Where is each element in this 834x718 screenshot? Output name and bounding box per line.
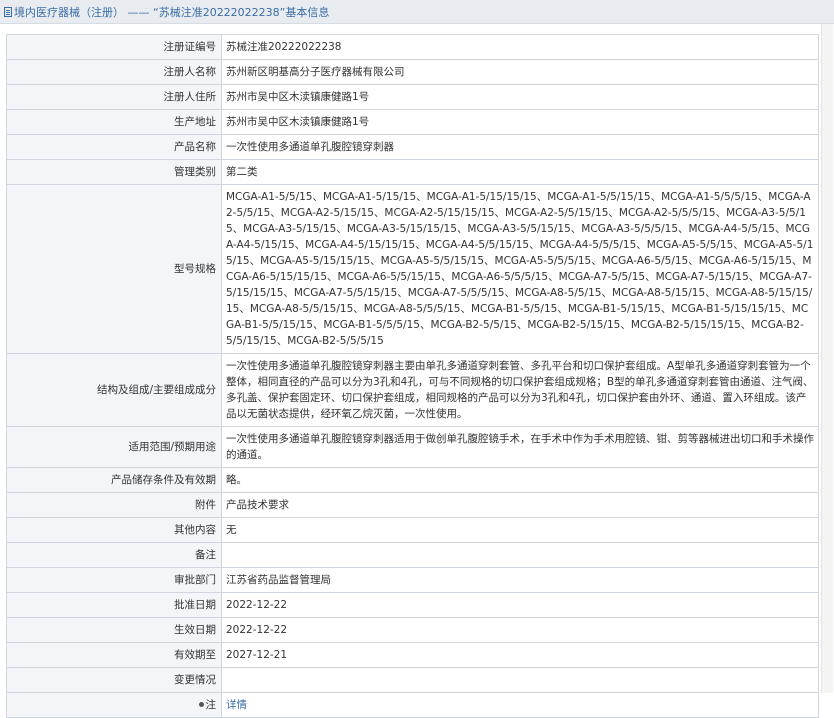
table-row: 产品名称 一次性使用多通道单孔腹腔镜穿刺器 [6, 134, 819, 160]
row-label: 注册人名称 [6, 59, 222, 85]
table-row: 注册人住所 苏州市吴中区木渎镇康健路1号 [6, 84, 819, 110]
row-value: 2022-12-22 [221, 617, 819, 643]
page-header: 境内医疗器械（注册） —— “苏械注准20222022238”基本信息 [0, 0, 834, 24]
row-label: 备注 [6, 542, 222, 568]
table-row: 附件 产品技术要求 [6, 492, 819, 518]
table-row: 管理类别 第二类 [6, 159, 819, 185]
row-label: 其他内容 [6, 517, 222, 543]
table-row: 审批部门 江苏省药品监督管理局 [6, 567, 819, 593]
row-value: 略。 [221, 467, 819, 493]
scrollbar[interactable] [821, 24, 833, 693]
row-value: 第二类 [221, 159, 819, 185]
row-value: 2022-12-22 [221, 592, 819, 618]
row-value: 苏州市吴中区木渎镇康健路1号 [221, 109, 819, 135]
row-value: MCGA-A1-5/5/15、MCGA-A1-5/15/15、MCGA-A1-5… [221, 184, 819, 354]
table-row: 生产地址 苏州市吴中区木渎镇康健路1号 [6, 109, 819, 135]
row-label: 注册证编号 [6, 34, 222, 60]
table-row: 其他内容无 [6, 517, 819, 543]
row-label: 生产地址 [6, 109, 222, 135]
row-label: 管理类别 [6, 159, 222, 185]
page-title: 境内医疗器械（注册） —— “苏械注准20222022238”基本信息 [14, 5, 330, 19]
row-label: 变更情况 [6, 667, 222, 693]
row-value: 苏州市吴中区木渎镇康健路1号 [221, 84, 819, 110]
details-link[interactable]: 详情 [226, 699, 247, 711]
note-label-cell: 注 [6, 692, 222, 718]
row-label: 型号规格 [6, 184, 222, 354]
row-value: 2027-12-21 [221, 642, 819, 668]
table-row: 型号规格 MCGA-A1-5/5/15、MCGA-A1-5/15/15、MCGA-… [6, 184, 819, 354]
table-row: 备注 [6, 542, 819, 568]
info-table: 注册证编号 苏械注准20222022238 注册人名称 苏州新区明基高分子医疗器械有限… [6, 34, 819, 718]
table-row: 生效日期 2022-12-22 [6, 617, 819, 643]
table-row: 注册证编号 苏械注准20222022238 [6, 34, 819, 60]
row-value: 一次性使用多通道单孔腹腔镜穿刺器 [221, 134, 819, 160]
table-row: 有效期至 2027-12-21 [6, 642, 819, 668]
note-label: 注 [205, 699, 217, 711]
table-row: 产品储存条件及有效期 略。 [6, 467, 819, 493]
table-row: 注册人名称 苏州新区明基高分子医疗器械有限公司 [6, 59, 819, 85]
row-label: 生效日期 [6, 617, 222, 643]
row-value [221, 542, 819, 568]
pin-icon [198, 702, 204, 707]
row-value: 苏械注准20222022238 [221, 34, 819, 60]
row-value: 一次性使用多通道单孔腹腔镜穿刺器适用于做创单孔腹腔镜手术，在手术中作为手术用腔镜… [221, 426, 819, 468]
row-value [221, 667, 819, 693]
row-value: 苏州新区明基高分子医疗器械有限公司 [221, 59, 819, 85]
row-label: 结构及组成/主要组成成分 [6, 353, 222, 427]
table-row: 结构及组成/主要组成成分 一次性使用多通道单孔腹腔镜穿刺器主要由单孔多通道穿刺套管… [6, 353, 819, 427]
row-value: 江苏省药品监督管理局 [221, 567, 819, 593]
row-label: 批准日期 [6, 592, 222, 618]
row-value: 产品技术要求 [221, 492, 819, 518]
table-row: 批准日期 2022-12-22 [6, 592, 819, 618]
row-label: 注册人住所 [6, 84, 222, 110]
row-value: 一次性使用多通道单孔腹腔镜穿刺器主要由单孔多通道穿刺套管、多孔平台和切口保护套组… [221, 353, 819, 427]
row-label: 产品储存条件及有效期 [6, 467, 222, 493]
table-row-note: 注详情 [6, 692, 819, 718]
row-label: 适用范围/预期用途 [6, 426, 222, 468]
table-row: 变更情况 [6, 667, 819, 693]
table-row: 适用范围/预期用途 一次性使用多通道单孔腹腔镜穿刺器适用于做创单孔腹腔镜手术，在手… [6, 426, 819, 468]
row-value: 无 [221, 517, 819, 543]
row-label: 产品名称 [6, 134, 222, 160]
info-table-container: 注册证编号 苏械注准20222022238 注册人名称 苏州新区明基高分子医疗器械有限… [6, 34, 819, 718]
row-label: 审批部门 [6, 567, 222, 593]
note-value-cell: 详情 [221, 692, 819, 718]
row-label: 有效期至 [6, 642, 222, 668]
row-label: 附件 [6, 492, 222, 518]
document-icon [4, 6, 12, 17]
